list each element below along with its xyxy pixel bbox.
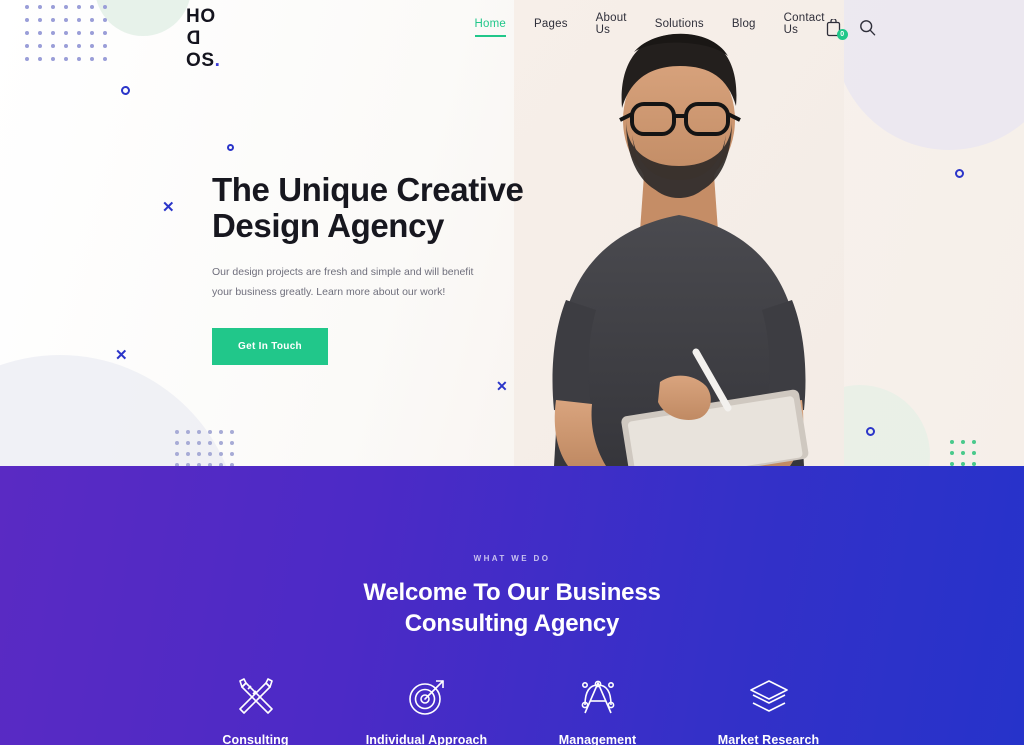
decor-dot-grid-green-bottom-right (950, 440, 983, 466)
hero-title: The Unique Creative Design Agency (212, 172, 542, 243)
service-title: Market Research (717, 733, 820, 745)
nav-item-solutions[interactable]: Solutions (655, 18, 704, 39)
decor-ring-3 (955, 169, 964, 178)
vector-anchor-icon (512, 673, 683, 721)
decor-x-marker-4: ✕ (496, 378, 508, 394)
logo[interactable]: RHODOS. (186, 0, 221, 72)
nav-item-pages[interactable]: Pages (534, 18, 568, 39)
logo-letter-r: R (186, 0, 200, 6)
service-card-list: Consulting We provide all types of busin… (0, 673, 1024, 745)
layers-icon (683, 673, 854, 721)
hero-content: The Unique Creative Design Agency Our de… (212, 172, 542, 366)
service-title: Management (558, 733, 637, 745)
nav-item-about-us[interactable]: About Us (596, 12, 627, 45)
decor-ring-2 (227, 144, 234, 151)
decor-x-marker-1: ✕ (162, 199, 175, 216)
logo-letters-ho: HO (186, 6, 216, 27)
logo-dot: . (214, 50, 221, 71)
service-card-consulting[interactable]: Consulting We provide all types of busin… (170, 673, 341, 745)
cart-icon[interactable]: 0 (825, 18, 848, 40)
cart-badge: 0 (836, 29, 848, 40)
services-title: Welcome To Our Business Consulting Agenc… (0, 578, 1024, 639)
logo-letter-d: D (186, 28, 201, 49)
logo-letters-os: OS (186, 50, 215, 71)
decor-dot-grid-bottom-left (175, 430, 241, 466)
services-title-line-2: Consulting Agency (404, 609, 620, 637)
target-dart-icon (341, 673, 512, 721)
services-title-line-1: Welcome To Our Business (363, 579, 661, 606)
header-icon-group: 0 (825, 18, 877, 40)
nav-item-home[interactable]: Home (474, 18, 507, 39)
hero-subtitle: Our design projects are fresh and simple… (212, 266, 474, 298)
search-icon[interactable] (859, 19, 877, 37)
services-eyebrow: WHAT WE DO (473, 554, 551, 563)
page-root: ✕ ✕ ✕ ✕ (0, 0, 1024, 745)
get-in-touch-button[interactable]: Get In Touch (212, 328, 328, 366)
site-header: RHODOS. Home Pages About Us Solutions Bl… (0, 0, 1024, 71)
services-section: WHAT WE DO Welcome To Our Business Consu… (0, 466, 1024, 745)
nav-item-blog[interactable]: Blog (732, 18, 756, 39)
service-title: Consulting (222, 733, 289, 745)
service-card-individual-approach[interactable]: Individual Approach Finding the right ap… (341, 673, 512, 745)
main-navigation: Home Pages About Us Solutions Blog Conta… (474, 12, 825, 45)
decor-ring-5 (866, 427, 875, 436)
decor-ring-1 (121, 86, 130, 95)
service-card-management[interactable]: Management Professional management struc… (512, 673, 683, 745)
hero-section: ✕ ✕ ✕ ✕ (0, 0, 1024, 466)
hero-title-line-1: The Unique Creative (212, 171, 524, 208)
nav-item-contact-us[interactable]: Contact Us (784, 12, 825, 45)
service-card-market-research[interactable]: Market Research To keep you informed and… (683, 673, 854, 745)
service-title: Individual Approach (365, 733, 488, 745)
hero-title-line-2: Design Agency (212, 206, 444, 244)
hero-photo (514, 0, 844, 466)
ruler-pencil-icon (170, 673, 341, 721)
decor-x-marker-3: ✕ (115, 347, 128, 364)
